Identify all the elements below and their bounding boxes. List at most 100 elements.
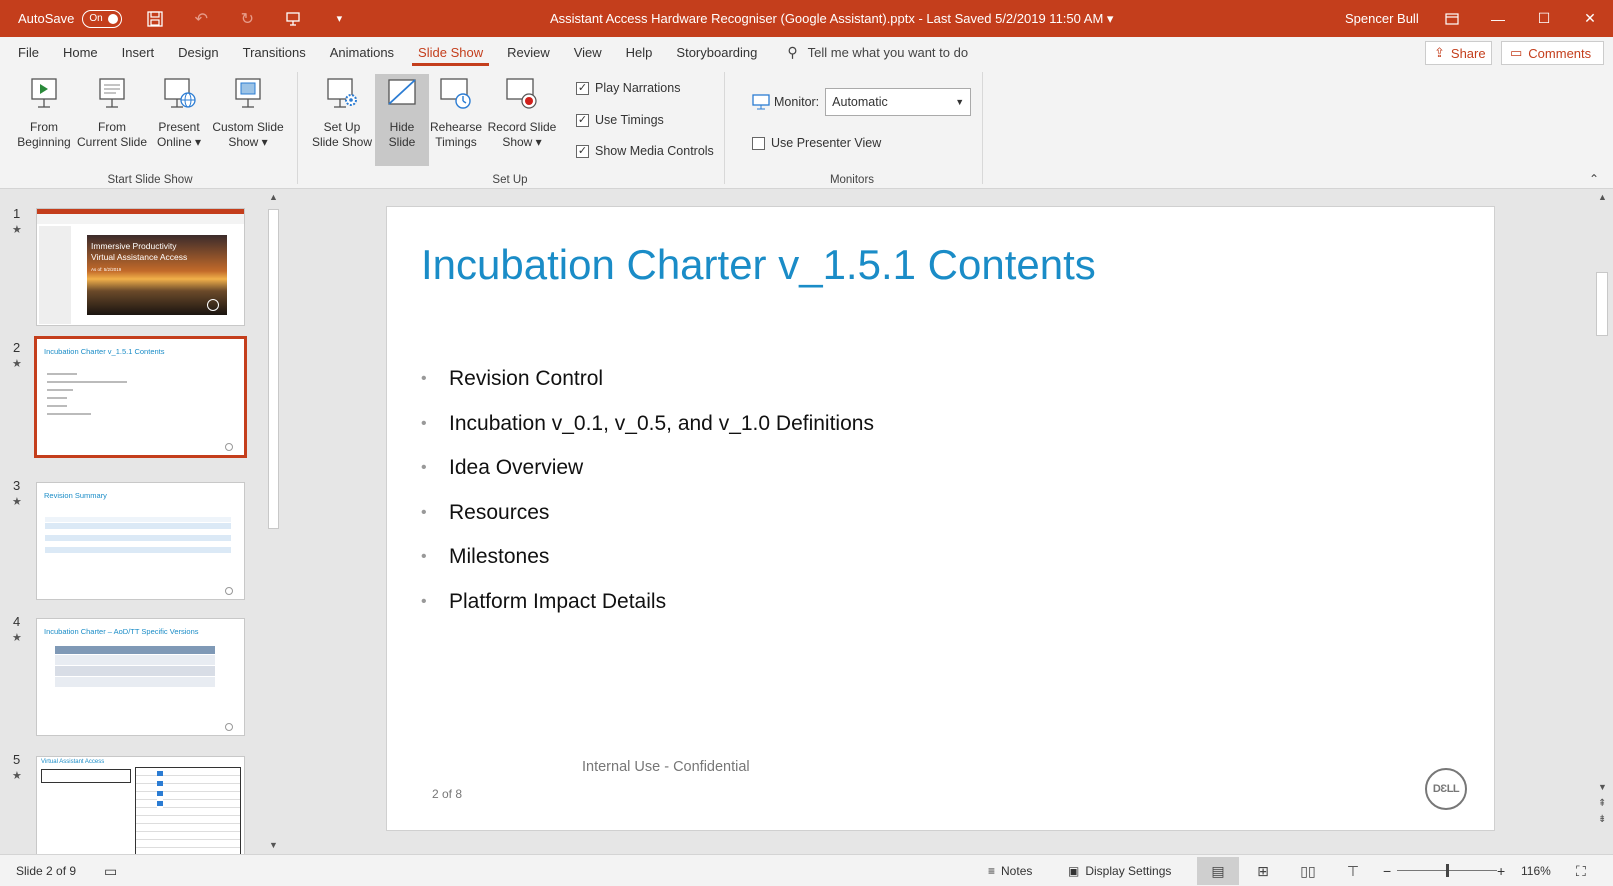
save-icon[interactable] xyxy=(132,0,178,37)
maximize-icon[interactable]: ☐ xyxy=(1521,0,1567,37)
scrollbar-thumb[interactable] xyxy=(268,209,279,529)
slide-thumbnail-1[interactable]: Immersive Productivity Virtual Assistanc… xyxy=(36,208,245,326)
setup-show-icon xyxy=(327,78,357,108)
slide-page-number: 2 of 8 xyxy=(432,787,463,801)
present-online-label-1: Present xyxy=(158,120,200,134)
from-current-slide-button[interactable]: From Current Slide xyxy=(76,76,148,150)
ribbon-separator xyxy=(297,72,298,184)
tab-review[interactable]: Review xyxy=(495,37,562,68)
ribbon-display-options-icon[interactable] xyxy=(1429,0,1475,37)
display-settings-button[interactable]: ▣ Display Settings xyxy=(1068,855,1171,886)
normal-view-button[interactable]: ▤ xyxy=(1197,857,1239,885)
slide-footer: Internal Use - Confidential xyxy=(582,759,750,775)
scroll-down-icon[interactable]: ▼ xyxy=(1598,782,1607,792)
custom-slide-show-button[interactable]: Custom Slide Show ▾ xyxy=(210,76,286,150)
thumb-number: 4 xyxy=(13,614,21,629)
group-label-set-up: Set Up xyxy=(492,174,528,186)
animation-star-icon: ★ xyxy=(12,770,22,782)
from-beginning-button[interactable]: From Beginning xyxy=(14,76,74,150)
show-media-controls-checkbox[interactable]: ✓ Show Media Controls xyxy=(576,144,714,158)
slide-show-view-button[interactable]: ⊤ xyxy=(1332,857,1374,885)
previous-slide-icon[interactable]: ⇞ xyxy=(1598,798,1606,809)
present-online-button[interactable]: Present Online ▾ xyxy=(150,76,208,150)
play-from-current-icon xyxy=(99,78,125,108)
present-icon[interactable] xyxy=(270,0,316,37)
slide-editor: Incubation Charter v_1.5.1 Contents Revi… xyxy=(282,190,1592,854)
slide-thumbnail-2[interactable]: Incubation Charter v_1.5.1 Contents xyxy=(34,336,247,458)
custom-slide-show-icon xyxy=(235,78,261,108)
slide-thumbnail-pane: 1 ★ Immersive Productivity Virtual Assis… xyxy=(0,190,282,854)
animation-star-icon: ★ xyxy=(12,224,22,236)
dell-logo-text: DƐLL xyxy=(1432,783,1460,795)
tab-animations[interactable]: Animations xyxy=(318,37,406,68)
search-icon: ⚲ xyxy=(787,44,798,60)
scroll-up-icon[interactable]: ▲ xyxy=(269,192,278,202)
window-title: Assistant Access Hardware Recogniser (Go… xyxy=(550,11,1114,26)
slide-sorter-view-button[interactable]: ⊞ xyxy=(1242,857,1284,885)
notes-button[interactable]: ≡ Notes xyxy=(988,855,1032,886)
notes-icon: ≡ xyxy=(988,864,996,878)
customize-toolbar-icon[interactable]: ▾ xyxy=(316,0,362,37)
zoom-out-button[interactable]: − xyxy=(1383,855,1391,886)
user-name[interactable]: Spencer Bull xyxy=(1345,0,1419,37)
chevron-down-icon: ▼ xyxy=(955,97,965,107)
tab-storyboarding[interactable]: Storyboarding xyxy=(664,37,769,68)
tab-slide-show[interactable]: Slide Show xyxy=(406,37,495,68)
thumbnail-scrollbar[interactable]: ▲ ▼ xyxy=(266,190,282,854)
next-slide-icon[interactable]: ⇟ xyxy=(1598,814,1606,825)
slide-thumbnail-4[interactable]: Incubation Charter – AoD/TT Specific Ver… xyxy=(36,618,245,736)
redo-icon[interactable]: ↻ xyxy=(224,0,270,37)
checkmark-icon: ✓ xyxy=(576,144,589,158)
thumb-title: Incubation Charter – AoD/TT Specific Ver… xyxy=(44,627,199,636)
rehearse-label-2: Timings xyxy=(435,135,477,149)
rehearse-timings-button[interactable]: Rehearse Timings xyxy=(430,76,482,150)
monitor-select[interactable]: Automatic ▼ xyxy=(825,88,972,116)
share-button[interactable]: ⇪ Share xyxy=(1425,41,1492,65)
fit-to-window-icon[interactable]: ⛶ xyxy=(1576,855,1586,886)
tell-me-search[interactable]: ⚲ Tell me what you want to do xyxy=(787,44,968,61)
reading-view-button[interactable]: ▯▯ xyxy=(1287,857,1329,885)
tab-insert[interactable]: Insert xyxy=(110,37,167,68)
editor-scrollbar[interactable]: ▲ ▼ ⇞ ⇟ xyxy=(1592,190,1613,854)
scroll-up-icon[interactable]: ▲ xyxy=(1598,192,1607,202)
tab-view[interactable]: View xyxy=(562,37,614,68)
tab-file[interactable]: File xyxy=(17,37,51,68)
current-slide[interactable]: Incubation Charter v_1.5.1 Contents Revi… xyxy=(386,206,1495,831)
record-slide-show-button[interactable]: Record Slide Show ▾ xyxy=(485,76,559,150)
thumb-title: Incubation Charter v_1.5.1 Contents xyxy=(44,347,165,356)
use-timings-checkbox[interactable]: ✓ Use Timings xyxy=(576,113,664,127)
comments-button[interactable]: ▭ Comments xyxy=(1501,41,1604,65)
thumb-title: Revision Summary xyxy=(44,491,107,500)
minimize-icon[interactable]: — xyxy=(1475,0,1521,37)
tab-home[interactable]: Home xyxy=(51,37,110,68)
scrollbar-thumb[interactable] xyxy=(1596,272,1608,336)
slide-thumbnail-5[interactable]: Virtual Assistant Access xyxy=(36,756,245,854)
zoom-in-button[interactable]: + xyxy=(1497,855,1505,886)
notes-label: Notes xyxy=(1001,864,1033,878)
play-narrations-checkbox[interactable]: ✓ Play Narrations xyxy=(576,81,680,95)
collapse-ribbon-icon[interactable]: ⌃ xyxy=(1589,172,1599,186)
set-up-slide-show-button[interactable]: Set Up Slide Show xyxy=(308,76,376,150)
slide-sorter-icon: ⊞ xyxy=(1257,862,1269,879)
use-presenter-view-checkbox[interactable]: Use Presenter View xyxy=(752,136,881,150)
close-icon[interactable]: ✕ xyxy=(1567,0,1613,37)
animation-star-icon: ★ xyxy=(12,496,22,508)
hide-slide-button[interactable]: Hide Slide xyxy=(375,74,429,166)
checkmark-icon: ✓ xyxy=(576,113,589,127)
autosave-toggle[interactable]: On xyxy=(82,9,123,28)
bullet-list[interactable]: Revision Control Incubation v_0.1, v_0.5… xyxy=(421,357,874,624)
spelling-check-icon[interactable]: ▭ xyxy=(104,855,117,886)
thumb-title: Virtual Assistant Access xyxy=(41,759,105,765)
ribbon-separator xyxy=(982,72,983,184)
record-label-2: Show ▾ xyxy=(502,135,542,149)
tab-help[interactable]: Help xyxy=(614,37,665,68)
tab-design[interactable]: Design xyxy=(166,37,230,68)
slide-title[interactable]: Incubation Charter v_1.5.1 Contents xyxy=(421,241,1096,289)
zoom-slider-thumb[interactable] xyxy=(1446,864,1449,877)
tab-transitions[interactable]: Transitions xyxy=(231,37,318,68)
display-settings-label: Display Settings xyxy=(1085,864,1172,878)
scroll-down-icon[interactable]: ▼ xyxy=(269,840,278,850)
zoom-level[interactable]: 116% xyxy=(1521,855,1551,886)
undo-icon[interactable]: ↶ xyxy=(178,0,224,37)
slide-thumbnail-3[interactable]: Revision Summary xyxy=(36,482,245,600)
